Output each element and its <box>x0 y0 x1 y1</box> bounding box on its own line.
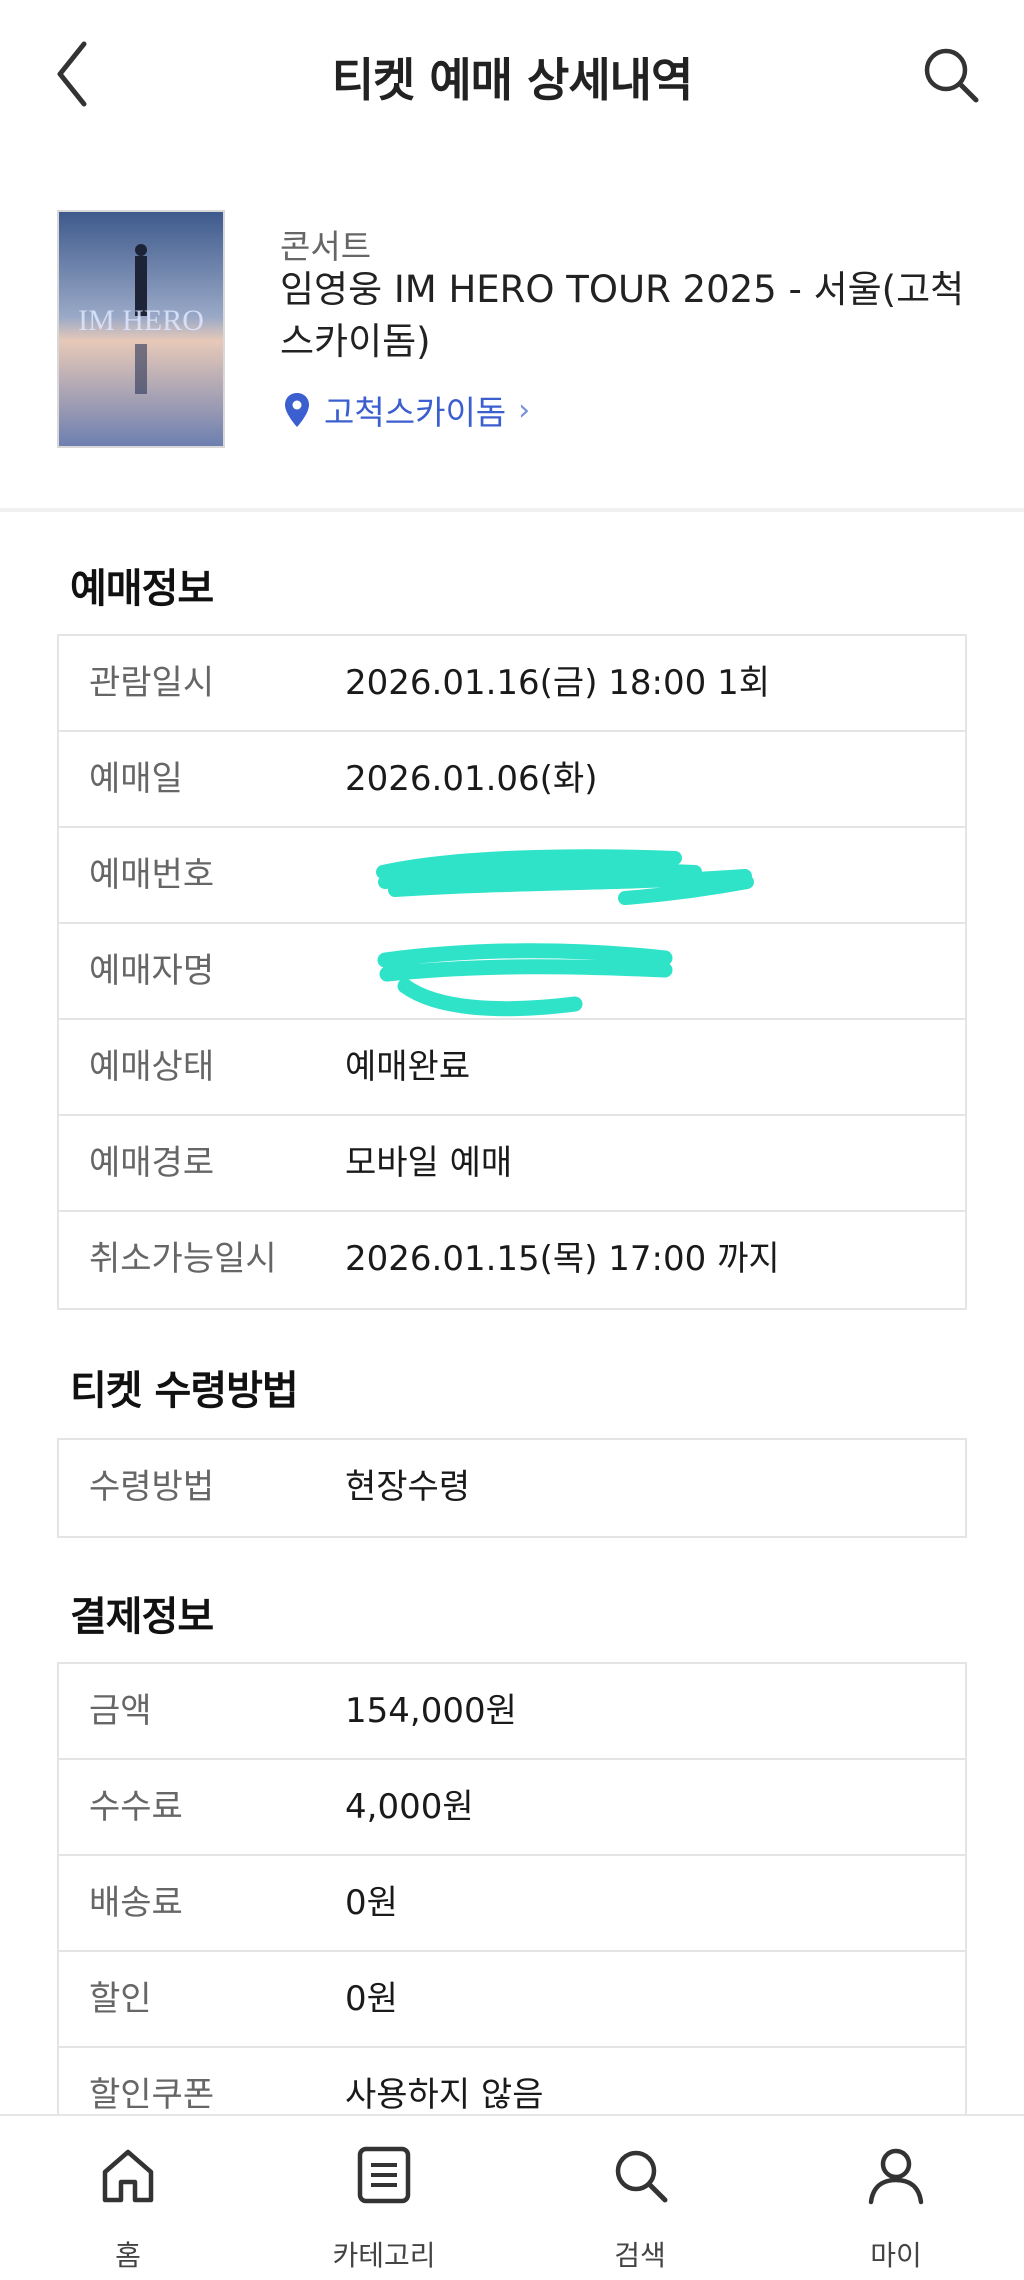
table-row: 예매자명 <box>59 924 965 1020</box>
table-row: 예매경로 모바일 예매 <box>59 1116 965 1212</box>
poster-image: IM HERO <box>59 212 223 446</box>
reservation-info-table: 관람일시 2026.01.16(금) 18:00 1회 예매일 2026.01.… <box>57 634 967 1310</box>
row-value: 2026.01.16(금) 18:00 1회 <box>345 663 770 703</box>
table-row: 금액 154,000원 <box>59 1664 965 1760</box>
nav-label: 마이 <box>870 2239 922 2272</box>
nav-my[interactable]: 마이 <box>768 2116 1024 2280</box>
row-value: 현장수령 <box>345 1467 471 1507</box>
row-label: 수수료 <box>89 1787 183 1827</box>
location-pin-icon <box>285 393 309 427</box>
event-summary: IM HERO 콘서트 임영웅 IM HERO TOUR 2025 - 서울(고… <box>0 200 1024 508</box>
table-row: 수령방법 현장수령 <box>59 1440 965 1536</box>
payment-info-table: 금액 154,000원 수수료 4,000원 배송료 0원 할인 0원 할인쿠폰… <box>57 1662 967 2146</box>
row-label: 관람일시 <box>89 663 215 703</box>
row-value: 0원 <box>345 1979 398 2019</box>
reservation-section-title: 예매정보 <box>70 566 214 612</box>
nav-search[interactable]: 검색 <box>512 2116 768 2280</box>
nav-label: 검색 <box>614 2239 666 2272</box>
delivery-info-table: 수령방법 현장수령 <box>57 1438 967 1538</box>
nav-home[interactable]: 홈 <box>0 2116 256 2280</box>
search-icon <box>924 48 979 103</box>
row-value: 154,000원 <box>345 1691 517 1731</box>
row-value: 모바일 예매 <box>345 1143 513 1183</box>
redaction-scribble <box>377 943 673 1017</box>
list-icon <box>357 2146 411 2204</box>
row-label: 배송료 <box>89 1883 183 1923</box>
nav-category[interactable]: 카테고리 <box>256 2116 512 2280</box>
table-row: 취소가능일시 2026.01.15(목) 17:00 까지 <box>59 1212 965 1308</box>
table-row: 예매일 2026.01.06(화) <box>59 732 965 828</box>
row-value: 2026.01.15(목) 17:00 까지 <box>345 1239 780 1279</box>
table-row: 예매번호 <box>59 828 965 924</box>
table-row: 할인 0원 <box>59 1952 965 2048</box>
row-label: 예매번호 <box>89 855 215 895</box>
row-label: 금액 <box>89 1691 152 1731</box>
nav-label: 홈 <box>115 2239 141 2272</box>
row-label: 예매일 <box>89 759 183 799</box>
venue-link[interactable]: 고척스카이돔 › <box>284 386 530 434</box>
table-row: 배송료 0원 <box>59 1856 965 1952</box>
chevron-right-icon: › <box>518 392 531 428</box>
row-label: 예매경로 <box>89 1143 215 1183</box>
section-divider <box>0 508 1024 512</box>
venue-name: 고척스카이돔 <box>324 393 507 432</box>
payment-section-title: 결제정보 <box>70 1594 214 1640</box>
row-value: 0원 <box>345 1883 398 1923</box>
row-value: 2026.01.06(화) <box>345 759 598 799</box>
nav-label: 카테고리 <box>332 2239 436 2272</box>
table-row: 예매상태 예매완료 <box>59 1020 965 1116</box>
table-row: 수수료 4,000원 <box>59 1760 965 1856</box>
row-label: 수령방법 <box>89 1467 215 1507</box>
row-value: 예매완료 <box>345 1047 471 1087</box>
event-poster[interactable]: IM HERO <box>57 210 225 448</box>
event-category: 콘서트 <box>280 227 372 266</box>
delivery-section-title: 티켓 수령방법 <box>70 1368 299 1414</box>
poster-text: IM HERO <box>78 304 204 337</box>
app-header: 티켓 예매 상세내역 <box>0 0 1024 150</box>
redaction-scribble <box>376 849 754 905</box>
bottom-navigation: 홈 카테고리 검색 마이 <box>0 2114 1024 2280</box>
search-button[interactable] <box>916 40 986 110</box>
home-icon <box>102 2149 154 2203</box>
row-value: 4,000원 <box>345 1787 474 1827</box>
row-label: 취소가능일시 <box>89 1239 277 1279</box>
table-row: 관람일시 2026.01.16(금) 18:00 1회 <box>59 636 965 732</box>
search-icon <box>615 2150 668 2203</box>
event-title: 임영웅 IM HERO TOUR 2025 - 서울(고척스카이돔) <box>280 268 965 363</box>
page-title: 티켓 예매 상세내역 <box>331 53 694 107</box>
person-icon <box>868 2148 924 2205</box>
row-label: 할인 <box>89 1979 152 2019</box>
row-label: 예매상태 <box>89 1047 215 1087</box>
row-label: 예매자명 <box>89 951 215 991</box>
